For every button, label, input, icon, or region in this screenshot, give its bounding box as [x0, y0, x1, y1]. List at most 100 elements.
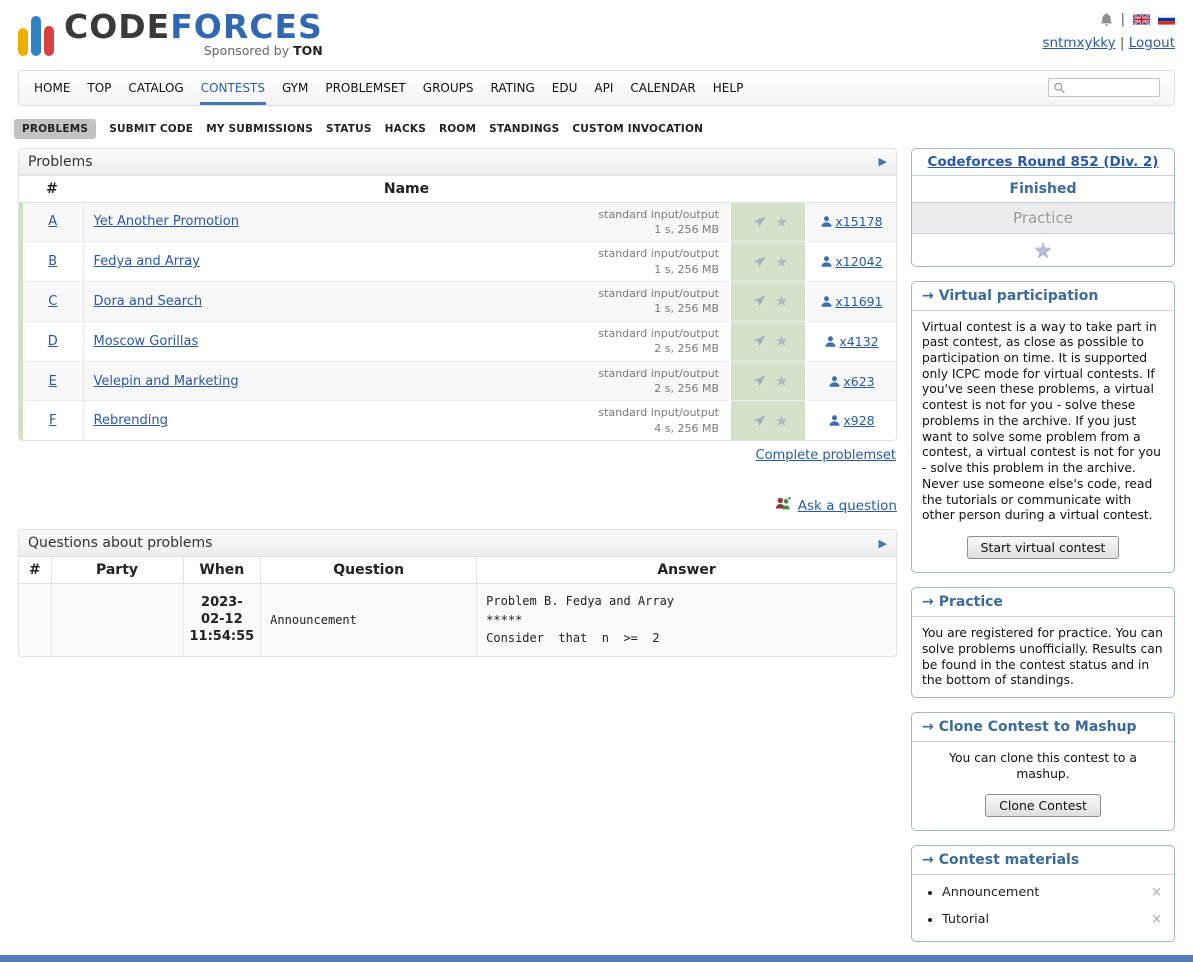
material-announcement-link[interactable]: Announcement — [942, 885, 1039, 900]
question-text: Announcement — [261, 584, 477, 656]
contest-favorite-star-icon[interactable]: ★ — [1034, 238, 1053, 262]
practice-text: You are registered for practice. You can… — [912, 617, 1174, 697]
nav-gym[interactable]: GYM — [281, 71, 309, 105]
problems-table: # Name A Yet Another Promotion standard … — [19, 176, 896, 441]
solved-count-link[interactable]: x12042 — [835, 254, 882, 269]
username-link[interactable]: sntmxykky — [1042, 35, 1115, 51]
problem-letter-link[interactable]: C — [48, 294, 57, 309]
solved-count-link[interactable]: x4132 — [839, 334, 878, 349]
logo-bars-icon — [18, 16, 54, 58]
favorite-star-icon[interactable]: ★ — [775, 213, 788, 231]
col-header-name: Name — [83, 176, 730, 203]
nav-catalog[interactable]: CATALOG — [127, 71, 184, 105]
nav-groups[interactable]: GROUPS — [422, 71, 475, 105]
person-icon — [820, 214, 835, 229]
tab-my-submissions[interactable]: MY SUBMISSIONS — [206, 123, 313, 135]
nav-api[interactable]: API — [593, 71, 614, 105]
submit-plane-icon[interactable] — [752, 414, 767, 428]
tab-problems[interactable]: PROBLEMS — [14, 119, 96, 139]
nav-calendar[interactable]: CALENDAR — [629, 71, 696, 105]
problem-name-link[interactable]: Moscow Gorillas — [94, 334, 199, 349]
solved-count-link[interactable]: x11691 — [835, 294, 882, 309]
favorite-star-icon[interactable]: ★ — [775, 332, 788, 350]
favorite-star-icon[interactable]: ★ — [775, 412, 788, 430]
problem-limits: standard input/output4 s, 256 MB — [565, 401, 730, 440]
complete-problemset-link[interactable]: Complete problemset — [756, 448, 896, 463]
page-header: CODEFORCES Sponsored by TON | — [0, 0, 1193, 58]
submit-plane-icon[interactable] — [752, 294, 767, 308]
submit-plane-icon[interactable] — [752, 374, 767, 388]
sidebar: Codeforces Round 852 (Div. 2) Finished P… — [911, 148, 1175, 957]
submit-plane-icon[interactable] — [752, 255, 767, 269]
collapse-arrow-icon[interactable]: ▶ — [879, 537, 887, 550]
problem-name-link[interactable]: Velepin and Marketing — [94, 374, 239, 389]
arrow-icon: → — [922, 719, 934, 735]
problem-letter-link[interactable]: D — [48, 334, 58, 349]
nav-home[interactable]: HOME — [33, 71, 71, 105]
logout-link[interactable]: Logout — [1129, 35, 1175, 51]
practice-box: →Practice You are registered for practic… — [911, 587, 1175, 698]
nav-rating[interactable]: RATING — [489, 71, 535, 105]
tab-hacks[interactable]: HACKS — [385, 123, 426, 135]
close-icon[interactable]: × — [1149, 912, 1164, 927]
questions-caption-bar: Questions about problems ▶ — [19, 530, 896, 557]
footer-bar — [0, 955, 1193, 962]
problem-name-link[interactable]: Dora and Search — [94, 294, 203, 309]
nav-help[interactable]: HELP — [712, 71, 745, 105]
logo-code: CODE — [64, 7, 170, 46]
submit-plane-icon[interactable] — [752, 215, 767, 229]
contest-mode: Practice — [912, 202, 1174, 233]
submit-plane-icon[interactable] — [752, 334, 767, 348]
favorite-star-icon[interactable]: ★ — [775, 372, 788, 390]
tab-standings[interactable]: STANDINGS — [489, 123, 559, 135]
user-separator: | — [1120, 35, 1125, 51]
start-virtual-contest-button[interactable]: Start virtual contest — [967, 536, 1120, 559]
logo-bar-red — [44, 26, 54, 56]
solved-count-link[interactable]: x623 — [843, 374, 874, 389]
nav-contests[interactable]: CONTESTS — [200, 71, 266, 105]
main-column: Problems ▶ # Name A Yet Another Promotio… — [18, 148, 897, 657]
close-icon[interactable]: × — [1149, 885, 1164, 900]
contest-info-box: Codeforces Round 852 (Div. 2) Finished P… — [911, 148, 1175, 267]
favorite-star-icon[interactable]: ★ — [775, 292, 788, 310]
clone-mashup-box: →Clone Contest to Mashup You can clone t… — [911, 712, 1175, 831]
problem-name-link[interactable]: Yet Another Promotion — [94, 214, 239, 229]
ru-flag-icon[interactable] — [1158, 14, 1175, 25]
nav-edu[interactable]: EDU — [551, 71, 579, 105]
codeforces-logo[interactable]: CODEFORCES Sponsored by TON — [18, 10, 323, 58]
problem-name-link[interactable]: Rebrending — [94, 413, 168, 428]
favorite-star-icon[interactable]: ★ — [775, 253, 788, 271]
contest-status: Finished — [912, 175, 1174, 202]
tab-status[interactable]: STATUS — [326, 123, 372, 135]
tab-room[interactable]: ROOM — [439, 123, 476, 135]
tab-submit-code[interactable]: SUBMIT CODE — [109, 123, 193, 135]
ask-question-link[interactable]: Ask a question — [798, 498, 897, 514]
contest-sub-menu: PROBLEMS SUBMIT CODE MY SUBMISSIONS STAT… — [14, 119, 1175, 139]
clone-contest-button[interactable]: Clone Contest — [985, 794, 1101, 817]
solved-count-link[interactable]: x15178 — [835, 214, 882, 229]
problem-letter-link[interactable]: B — [48, 254, 57, 269]
nav-problemset[interactable]: PROBLEMSET — [324, 71, 406, 105]
person-icon — [824, 334, 839, 349]
problem-letter-link[interactable]: E — [49, 374, 57, 389]
problem-name-link[interactable]: Fedya and Array — [94, 254, 200, 269]
tab-custom-invocation[interactable]: CUSTOM INVOCATION — [572, 123, 703, 135]
collapse-arrow-icon[interactable]: ▶ — [879, 155, 887, 168]
logo-bar-yellow — [18, 28, 28, 56]
problem-limits: standard input/output2 s, 256 MB — [565, 321, 730, 361]
ask-question-icon — [774, 496, 792, 516]
nav-top[interactable]: TOP — [86, 71, 112, 105]
bell-icon[interactable] — [1100, 12, 1113, 27]
solved-count-link[interactable]: x928 — [843, 413, 874, 428]
material-tutorial-link[interactable]: Tutorial — [942, 912, 989, 927]
problem-letter-link[interactable]: A — [48, 214, 57, 229]
problem-row-f: F Rebrending standard input/output4 s, 2… — [21, 401, 896, 440]
material-item: Tutorial × — [942, 906, 1174, 933]
arrow-icon: → — [922, 594, 934, 610]
person-icon — [828, 374, 843, 389]
uk-flag-icon[interactable] — [1133, 14, 1150, 25]
problem-row-e: E Velepin and Marketing standard input/o… — [21, 361, 896, 401]
problem-letter-link[interactable]: F — [49, 413, 56, 428]
problem-limits: standard input/output1 s, 256 MB — [565, 242, 730, 282]
contest-title-link[interactable]: Codeforces Round 852 (Div. 2) — [928, 154, 1159, 170]
